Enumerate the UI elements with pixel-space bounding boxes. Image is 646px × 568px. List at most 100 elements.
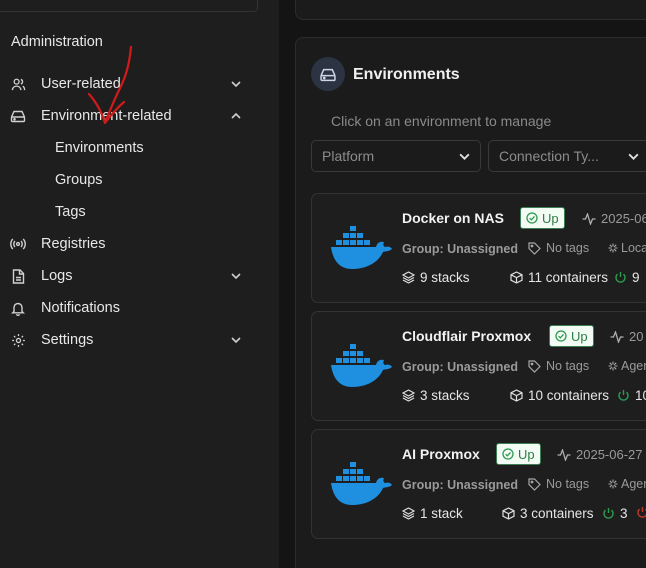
environment-tags: No tags bbox=[528, 477, 589, 491]
cube-icon bbox=[502, 507, 515, 520]
top-card bbox=[295, 0, 646, 20]
sidebar-subitem-groups[interactable]: Groups bbox=[55, 172, 103, 188]
containers-text: 10 containers bbox=[528, 388, 610, 403]
running-count: 3 bbox=[602, 506, 628, 521]
users-icon bbox=[10, 76, 26, 92]
environment-group: Group: Unassigned bbox=[402, 360, 518, 374]
connection-type-select[interactable]: Connection Ty... bbox=[488, 140, 646, 172]
stacks-text: 1 stack bbox=[420, 506, 463, 521]
timestamp-text: 2025-06-27 bbox=[576, 447, 643, 462]
annotation-arrow bbox=[87, 45, 133, 125]
agent-text: Loca bbox=[621, 241, 646, 255]
containers-text: 11 containers bbox=[528, 270, 609, 285]
check-circle-icon bbox=[502, 448, 514, 460]
check-circle-icon bbox=[526, 212, 538, 224]
radio-icon bbox=[10, 236, 26, 252]
tag-icon bbox=[528, 359, 541, 373]
stacks-text: 9 stacks bbox=[420, 270, 470, 285]
page-title: Environments bbox=[353, 66, 460, 83]
panel-hint: Click on an environment to manage bbox=[331, 113, 552, 129]
status-badge: Up bbox=[549, 325, 594, 347]
timestamp-text: 20 bbox=[629, 329, 644, 344]
tags-text: No tags bbox=[546, 477, 590, 491]
cube-icon bbox=[510, 389, 523, 402]
chevron-down-icon[interactable] bbox=[228, 332, 244, 348]
containers-text: 3 containers bbox=[520, 506, 594, 521]
heartbeat-timestamp: 2025-06 bbox=[582, 211, 646, 226]
containers-count: 3 containers bbox=[502, 506, 594, 521]
chevron-down-icon[interactable] bbox=[228, 76, 244, 92]
sidebar-item-label: Registries bbox=[41, 236, 106, 252]
bolt-icon bbox=[608, 361, 618, 371]
platform-select[interactable]: Platform bbox=[311, 140, 481, 172]
docker-whale-icon bbox=[331, 344, 392, 387]
power-icon bbox=[615, 272, 626, 283]
timestamp-text: 2025-06 bbox=[601, 211, 646, 226]
activity-icon bbox=[557, 448, 571, 461]
stacks-count: 9 stacks bbox=[402, 270, 470, 285]
heartbeat-timestamp: 20 bbox=[610, 329, 643, 344]
power-off-icon bbox=[637, 507, 646, 518]
environment-tags: No tags bbox=[528, 241, 589, 255]
status-text: Up bbox=[518, 446, 535, 462]
bolt-icon bbox=[608, 243, 618, 253]
check-circle-icon bbox=[555, 330, 567, 342]
platform-select-value: Platform bbox=[322, 148, 375, 164]
environment-agent: Ager bbox=[608, 477, 646, 491]
file-icon bbox=[10, 268, 26, 284]
sidebar-item-settings[interactable]: Settings bbox=[0, 324, 258, 356]
stacks-text: 3 stacks bbox=[420, 388, 470, 403]
chevron-down-icon bbox=[625, 148, 641, 164]
containers-count: 10 containers bbox=[510, 388, 609, 403]
drive-icon bbox=[311, 57, 345, 91]
cube-icon bbox=[510, 271, 523, 284]
environment-name[interactable]: Cloudflair Proxmox bbox=[402, 328, 531, 344]
chevron-down-icon bbox=[456, 148, 472, 164]
containers-count: 11 containers bbox=[510, 270, 608, 285]
stopped-count bbox=[636, 506, 646, 519]
sidebar-item-label: Settings bbox=[41, 332, 94, 348]
status-text: Up bbox=[542, 210, 559, 226]
status-text: Up bbox=[571, 328, 588, 344]
docker-whale-icon bbox=[331, 226, 392, 269]
running-count: 9 bbox=[614, 270, 640, 285]
environment-name[interactable]: Docker on NAS bbox=[402, 210, 504, 226]
agent-text: Ager bbox=[621, 477, 646, 491]
sidebar-subitem-tags[interactable]: Tags bbox=[55, 204, 86, 220]
sidebar-item-registries[interactable]: Registries bbox=[0, 228, 258, 260]
stacks-count: 1 stack bbox=[402, 506, 463, 521]
running-text: 10 bbox=[635, 388, 646, 403]
environment-group: Group: Unassigned bbox=[402, 242, 518, 256]
sidebar-item-label: Logs bbox=[41, 268, 73, 284]
chevron-down-icon[interactable] bbox=[228, 268, 244, 284]
environment-agent: Loca bbox=[608, 241, 646, 255]
agent-text: Ager bbox=[621, 359, 646, 373]
environment-card[interactable]: AI Proxmox Up 2025-06-27 Group: Unassign… bbox=[311, 429, 646, 539]
tag-icon bbox=[528, 477, 541, 491]
environment-tags: No tags bbox=[528, 359, 589, 373]
layers-icon bbox=[402, 271, 415, 284]
power-icon bbox=[618, 390, 629, 401]
layers-icon bbox=[402, 507, 415, 520]
chevron-up-icon[interactable] bbox=[228, 108, 244, 124]
sidebar-item-label: Notifications bbox=[41, 300, 120, 316]
environment-name[interactable]: AI Proxmox bbox=[402, 446, 480, 462]
running-text: 3 bbox=[620, 506, 628, 521]
sidebar-item-logs[interactable]: Logs bbox=[0, 260, 258, 292]
environment-card[interactable]: Docker on NAS Up 2025-06 Group: Unassign… bbox=[311, 193, 646, 303]
heartbeat-timestamp: 2025-06-27 bbox=[557, 447, 643, 462]
tags-text: No tags bbox=[546, 241, 590, 255]
running-count: 10 bbox=[617, 388, 646, 403]
status-badge: Up bbox=[520, 207, 565, 229]
sidebar-top-edge bbox=[0, 0, 258, 12]
sidebar-item-notifications[interactable]: Notifications bbox=[0, 292, 258, 324]
activity-icon bbox=[610, 330, 624, 343]
tags-text: No tags bbox=[546, 359, 590, 373]
environment-group: Group: Unassigned bbox=[402, 478, 518, 492]
bolt-icon bbox=[608, 479, 618, 489]
docker-whale-icon bbox=[331, 462, 392, 505]
sidebar-subitem-environments[interactable]: Environments bbox=[55, 140, 144, 156]
activity-icon bbox=[582, 212, 596, 225]
running-text: 9 bbox=[632, 270, 640, 285]
environment-card[interactable]: Cloudflair Proxmox Up 20 Group: Unassign… bbox=[311, 311, 646, 421]
